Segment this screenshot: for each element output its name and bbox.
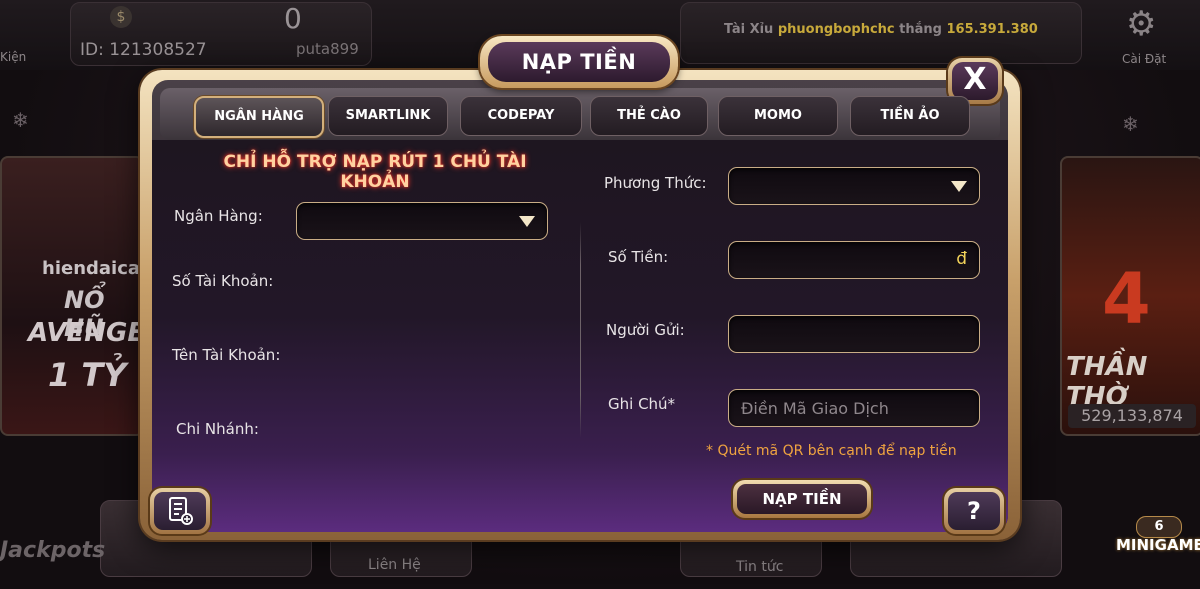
snowflake-icon: ❄ — [1122, 112, 1139, 136]
card-line4: 1 TỶ — [48, 356, 127, 394]
news-label[interactable]: Tin tức — [736, 559, 783, 575]
user-id: ID: 121308527 — [80, 40, 207, 60]
tab-momo[interactable]: MOMO — [718, 96, 838, 136]
tab-smartlink[interactable]: SMARTLINK — [328, 96, 448, 136]
sender-label: Người Gửi: — [606, 321, 685, 339]
minigame-count: 6 — [1136, 516, 1182, 538]
note-label: Ghi Chú* — [608, 395, 676, 413]
sender-input[interactable] — [729, 316, 979, 352]
branch-label: Chi Nhánh: — [176, 420, 259, 438]
receipt-icon — [154, 492, 206, 530]
column-divider — [580, 222, 581, 438]
method-select[interactable] — [728, 167, 980, 205]
deposit-submit-button[interactable]: NẠP TIỀN — [733, 480, 871, 518]
ticker-amount: 165.391.380 — [946, 22, 1038, 37]
contact-label[interactable]: Liên Hệ — [368, 557, 421, 573]
question-icon: ? — [948, 492, 1000, 530]
sender-field[interactable] — [728, 315, 980, 353]
single-account-notice: CHỈ HỖ TRỢ NẠP RÚT 1 CHỦ TÀI KHOẢN — [223, 152, 527, 192]
tab-bank[interactable]: NGÂN HÀNG — [194, 96, 324, 138]
account-name-label: Tên Tài Khoản: — [172, 346, 281, 364]
chevron-down-icon — [519, 216, 535, 227]
events-label[interactable]: Kiện — [0, 50, 26, 64]
win-ticker: Tài Xỉu phuongbophchc thắng 165.391.380 — [724, 22, 1038, 37]
minigame-label: MINIGAME — [1116, 536, 1200, 554]
username: puta899 — [296, 40, 359, 58]
qr-hint: * Quét mã QR bên cạnh để nạp tiền — [706, 443, 957, 459]
jackpots-label[interactable]: Jackpots — [0, 538, 105, 563]
method-label: Phương Thức: — [604, 174, 707, 192]
card-emblem: 4 — [1102, 258, 1151, 340]
card-jackpot: 529,133,874 — [1068, 404, 1196, 428]
note-input[interactable] — [729, 390, 979, 426]
tab-card[interactable]: THẺ CÀO — [590, 96, 708, 136]
settings-label[interactable]: Cài Đặt — [1122, 52, 1166, 66]
bank-select[interactable] — [296, 202, 548, 240]
deposit-submit-label: NẠP TIỀN — [737, 484, 867, 514]
snowflake-icon: ❄ — [12, 108, 29, 132]
ticker-verb: thắng — [899, 22, 942, 37]
coin-icon: $ — [110, 6, 132, 28]
game-card-than-tho[interactable]: 4 THẦN THỜ 529,133,874 — [1060, 156, 1200, 436]
amount-input[interactable] — [729, 242, 979, 278]
ticker-user: phuongbophchc — [777, 22, 895, 37]
tab-codepay[interactable]: CODEPAY — [460, 96, 582, 136]
history-button[interactable] — [150, 488, 210, 534]
note-field[interactable] — [728, 389, 980, 427]
currency-symbol: đ — [956, 249, 967, 269]
card-line3: AVENGER — [28, 318, 144, 348]
amount-label: Số Tiền: — [608, 248, 669, 266]
card-brand: hiendaica — [42, 258, 141, 279]
ticker-game: Tài Xỉu — [724, 22, 774, 37]
amount-field[interactable]: đ — [728, 241, 980, 279]
gear-icon[interactable]: ⚙ — [1126, 4, 1156, 44]
account-number-label: Số Tài Khoản: — [172, 272, 274, 290]
balance: 0 — [284, 2, 302, 35]
chevron-down-icon — [951, 181, 967, 192]
bank-label: Ngân Hàng: — [174, 207, 263, 225]
close-icon: X — [952, 62, 998, 100]
tab-crypto[interactable]: TIỀN ẢO — [850, 96, 970, 136]
modal-title: NẠP TIỀN — [521, 50, 637, 74]
minigame-button[interactable]: 6 MINIGAME — [1116, 516, 1200, 580]
game-card-avenger[interactable]: hiendaica NỔ HŨ AVENGER 1 TỶ — [0, 156, 144, 436]
help-button[interactable]: ? — [944, 488, 1004, 534]
card-title: THẦN THỜ — [1066, 352, 1148, 412]
